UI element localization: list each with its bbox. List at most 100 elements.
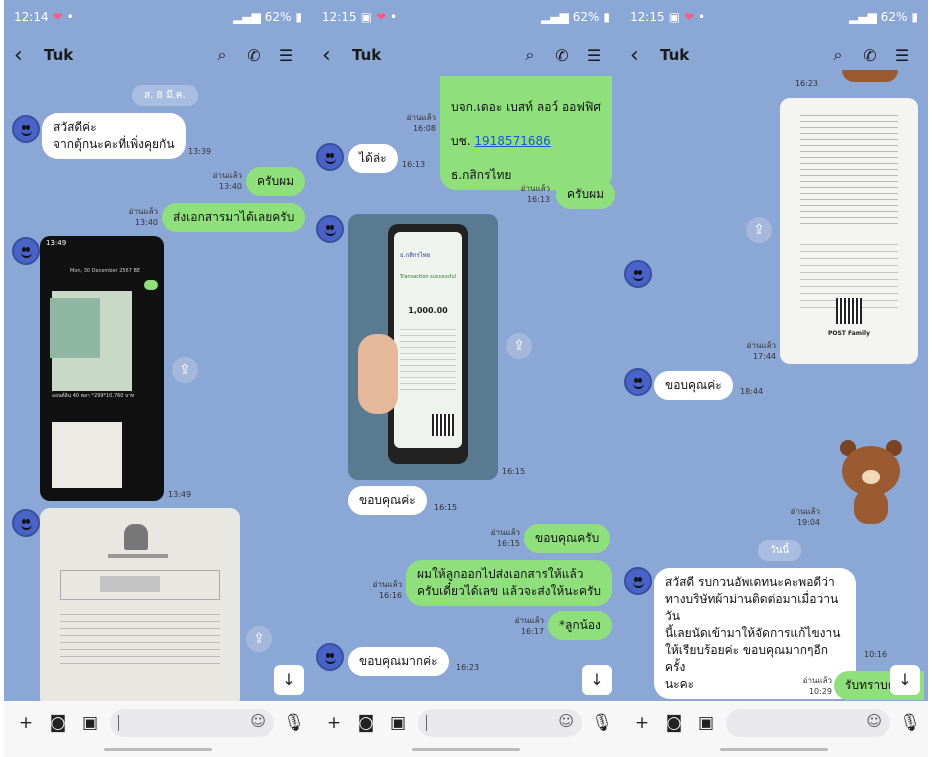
- message-time: 19:04: [796, 518, 820, 527]
- scroll-down-button[interactable]: ↓: [582, 665, 612, 695]
- phone-icon[interactable]: ✆: [546, 46, 578, 65]
- battery-icon: ▮: [911, 10, 918, 24]
- message-bubble-in[interactable]: ได้ล่ะ: [348, 144, 398, 173]
- mic-icon[interactable]: 🎙: [282, 709, 306, 737]
- message-bubble-in[interactable]: ขอบคุณค่ะ: [348, 486, 427, 515]
- plus-icon[interactable]: +: [14, 709, 38, 737]
- image-icon[interactable]: ▣: [78, 709, 102, 737]
- emoji-icon[interactable]: ☺: [250, 712, 266, 730]
- message-bubble-out[interactable]: บจก.เดอะ เบสท์ ลอว์ ออฟฟิศ บช. 191857168…: [440, 76, 612, 190]
- scroll-down-button[interactable]: ↓: [890, 665, 920, 695]
- message-list[interactable]: 16:23 POST Family ⇪ อ่านแล้ว 17:44 ขอบคุ…: [620, 70, 928, 701]
- mini-bubble: [144, 280, 158, 290]
- message-input[interactable]: ☺: [726, 709, 890, 737]
- slip-details: [400, 324, 456, 394]
- avatar[interactable]: [12, 509, 40, 537]
- account-number-link[interactable]: 1918571686: [474, 134, 550, 148]
- message-input[interactable]: ☺: [110, 709, 274, 737]
- chat-screen-1: 12:14 ❤ • ▂▄▆ 62% ▮ ‹ Tuk ⌕ ✆ ☰ ส. 8 มี.ค. ส…: [4, 0, 312, 757]
- plus-icon[interactable]: +: [630, 709, 654, 737]
- avatar[interactable]: [624, 260, 652, 288]
- image-icon[interactable]: ▣: [694, 709, 718, 737]
- doc-redaction: [100, 576, 160, 592]
- gallery-icon: ▣: [360, 10, 372, 24]
- plus-icon[interactable]: +: [322, 709, 346, 737]
- message-time: 16:23: [456, 663, 480, 672]
- message-bubble-out[interactable]: ครับผม: [246, 167, 306, 196]
- battery-icon: ▮: [295, 10, 302, 24]
- menu-icon[interactable]: ☰: [270, 46, 302, 65]
- search-icon[interactable]: ⌕: [822, 45, 854, 65]
- avatar[interactable]: [316, 215, 344, 243]
- mic-icon[interactable]: 🎙: [898, 709, 922, 737]
- share-icon[interactable]: ⇪: [172, 357, 198, 383]
- message-bubble-out[interactable]: *ลูกน้อง: [548, 611, 612, 640]
- back-arrow-icon[interactable]: ‹: [630, 43, 652, 68]
- status-bar: 12:15 ▣ ❤ • ▂▄▆ 62% ▮: [620, 0, 928, 34]
- message-bubble-out[interactable]: ส่งเอกสารมาได้เลยครับ: [162, 203, 306, 232]
- camera-icon[interactable]: ◙: [46, 709, 70, 737]
- camera-icon[interactable]: ◙: [354, 709, 378, 737]
- message-bubble-in[interactable]: สวัสดีค่ะ จากตุ้กนะคะที่เพิ่งคุยกัน: [42, 113, 186, 159]
- avatar[interactable]: [12, 115, 40, 143]
- avatar[interactable]: [624, 368, 652, 396]
- home-indicator: [104, 748, 212, 751]
- bear-sticker[interactable]: [838, 440, 904, 524]
- document-image[interactable]: [40, 508, 240, 708]
- phone-icon[interactable]: ✆: [854, 46, 886, 65]
- sticker-partial[interactable]: [842, 70, 898, 82]
- signal-icon: ▂▄▆: [541, 10, 569, 24]
- transaction-amount: 1,000.00: [408, 306, 448, 315]
- phone-icon[interactable]: ✆: [238, 46, 270, 65]
- search-icon[interactable]: ⌕: [514, 45, 546, 65]
- message-bubble-out[interactable]: ขอบคุณครับ: [524, 524, 611, 553]
- chat-screen-3: 12:15 ▣ ❤ • ▂▄▆ 62% ▮ ‹ Tuk ⌕ ✆ ☰ 16:23 POST …: [620, 0, 928, 757]
- dot-icon: •: [698, 10, 706, 24]
- message-bubble-out[interactable]: ครับผม: [556, 180, 616, 209]
- screenshot-image[interactable]: 13:49 Mon, 30 December 2567 BE ออนต์ลิน …: [40, 236, 164, 501]
- date-pill: ส. 8 มี.ค.: [132, 85, 198, 106]
- share-icon[interactable]: ⇪: [746, 217, 772, 243]
- status-time: 12:14: [14, 10, 49, 24]
- bank-name: ธ.กสิกรไทย: [451, 168, 512, 182]
- image-icon[interactable]: ▣: [386, 709, 410, 737]
- paper-photo: [52, 422, 122, 488]
- receipt-text: [800, 110, 898, 228]
- menu-icon[interactable]: ☰: [886, 46, 918, 65]
- emoji-icon[interactable]: ☺: [558, 712, 574, 730]
- contact-name[interactable]: Tuk: [660, 46, 822, 64]
- avatar[interactable]: [12, 237, 40, 265]
- message-time: 13:40: [134, 218, 158, 227]
- search-icon[interactable]: ⌕: [206, 45, 238, 65]
- bear-body: [854, 490, 888, 524]
- image-caption: ออนต์ลิน 40 พลา *299*10,760 บาท: [52, 393, 135, 399]
- share-icon[interactable]: ⇪: [246, 626, 272, 652]
- account-prefix: บช.: [451, 134, 475, 148]
- contact-name[interactable]: Tuk: [44, 46, 206, 64]
- avatar[interactable]: [624, 567, 652, 595]
- avatar[interactable]: [316, 143, 344, 171]
- avatar[interactable]: [316, 643, 344, 671]
- read-receipt: อ่านแล้ว: [490, 528, 520, 537]
- message-input[interactable]: ☺: [418, 709, 582, 737]
- camera-icon[interactable]: ◙: [662, 709, 686, 737]
- message-bubble-in[interactable]: ขอบคุณค่ะ: [654, 371, 733, 400]
- signal-icon: ▂▄▆: [849, 10, 877, 24]
- transfer-slip-image[interactable]: ธ.กสิกรไทย Transaction successful 1,000.…: [348, 214, 498, 480]
- message-time: 16:13: [526, 195, 550, 204]
- back-arrow-icon[interactable]: ‹: [322, 43, 344, 68]
- share-icon[interactable]: ⇪: [506, 333, 532, 359]
- contact-name[interactable]: Tuk: [352, 46, 514, 64]
- receipt-image[interactable]: POST Family: [780, 98, 918, 364]
- message-bubble-in[interactable]: ขอบคุณมากค่ะ: [348, 647, 449, 676]
- message-bubble-out[interactable]: ผมให้ลูกออกไปส่งเอกสารให้แล้ว ครับเดี๋ยว…: [406, 560, 613, 606]
- gallery-icon: ▣: [668, 10, 680, 24]
- menu-icon[interactable]: ☰: [578, 46, 610, 65]
- message-list[interactable]: อ่านแล้ว 16:08 บจก.เดอะ เบสท์ ลอว์ ออฟฟิ…: [312, 76, 620, 701]
- emoji-icon[interactable]: ☺: [866, 712, 882, 730]
- scroll-down-button[interactable]: ↓: [274, 665, 304, 695]
- back-arrow-icon[interactable]: ‹: [14, 43, 36, 68]
- mic-icon[interactable]: 🎙: [590, 709, 614, 737]
- message-list[interactable]: ส. 8 มี.ค. สวัสดีค่ะ จากตุ้กนะคะที่เพิ่ง…: [4, 76, 312, 708]
- read-receipt: อ่านแล้ว: [372, 580, 402, 589]
